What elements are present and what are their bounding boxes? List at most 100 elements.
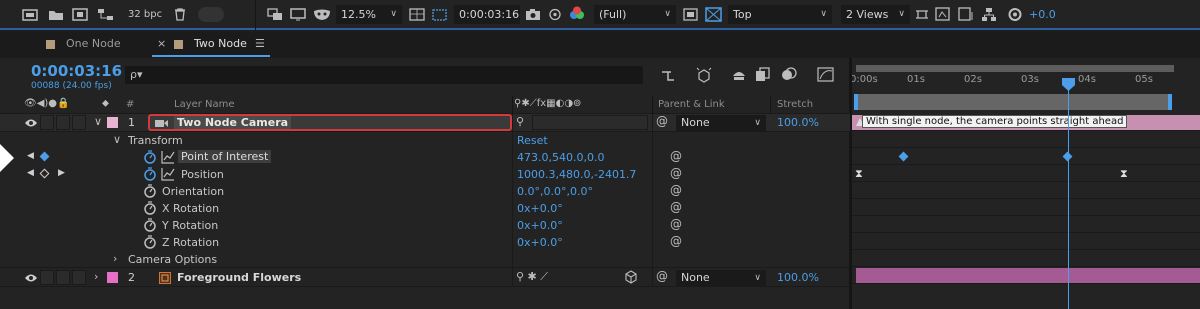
tab-one-node[interactable]: One Node bbox=[66, 37, 121, 50]
monitor-icon[interactable] bbox=[290, 7, 306, 21]
property-row[interactable]: Orientation 0.0°,0.0°,0.0° @ bbox=[0, 183, 850, 200]
property-value[interactable]: 0x+0.0° bbox=[517, 219, 563, 232]
column-parent-link[interactable]: Parent & Link bbox=[658, 99, 725, 110]
stretch-value[interactable]: 100.0% bbox=[777, 116, 819, 129]
hold-keyframe[interactable]: ⧗ bbox=[1120, 167, 1128, 181]
folder-icon[interactable] bbox=[48, 7, 64, 21]
lock-switch[interactable] bbox=[72, 270, 86, 285]
fast-previews-icon[interactable] bbox=[683, 7, 699, 22]
parent-dropdown[interactable]: None ∨ bbox=[676, 115, 766, 131]
expand-chevron-icon[interactable]: › bbox=[113, 252, 117, 265]
exposure-value[interactable]: +0.0 bbox=[1029, 8, 1056, 21]
time-ruler[interactable]: 0:00s 01s 02s 03s 04s 05s bbox=[850, 72, 1200, 92]
current-time-display[interactable]: 0:00:03:16 bbox=[31, 62, 122, 80]
property-value[interactable]: 1000.3,480.0,-2401.7 bbox=[517, 168, 636, 181]
stopwatch-icon[interactable] bbox=[143, 150, 157, 164]
stopwatch-icon[interactable] bbox=[143, 218, 157, 232]
resolution-dropdown[interactable]: (Full) ∨ bbox=[594, 5, 676, 24]
property-row[interactable]: Y Rotation 0x+0.0° @ bbox=[0, 217, 850, 234]
expand-chevron-icon[interactable]: ∨ bbox=[113, 133, 121, 146]
film-icon[interactable] bbox=[72, 7, 88, 21]
playhead-line[interactable] bbox=[1068, 80, 1069, 309]
resolution-grid-icon[interactable] bbox=[408, 7, 426, 22]
tab-two-node[interactable]: Two Node bbox=[194, 37, 247, 50]
show-snapshot-icon[interactable] bbox=[547, 7, 563, 21]
work-area-bar[interactable] bbox=[856, 65, 1174, 72]
layer-name[interactable]: Foreground Flowers bbox=[177, 271, 301, 284]
bpc-label[interactable]: 32 bpc bbox=[128, 9, 162, 20]
transparency-grid-icon[interactable] bbox=[705, 7, 723, 22]
graph-editor-icon[interactable] bbox=[817, 67, 835, 83]
solo-switch[interactable] bbox=[56, 115, 70, 130]
toggle-pill[interactable] bbox=[198, 7, 224, 22]
property-value[interactable]: 0x+0.0° bbox=[517, 202, 563, 215]
trash-icon[interactable] bbox=[172, 7, 188, 21]
layer-duration-bar[interactable] bbox=[856, 268, 1200, 283]
switch-icons[interactable]: ⚲ ✱ ⟋ bbox=[516, 270, 548, 284]
motion-blur-icon[interactable] bbox=[781, 67, 797, 82]
snapshot-icon[interactable] bbox=[22, 7, 38, 21]
region-of-interest-icon[interactable] bbox=[431, 7, 449, 22]
expand-chevron-icon[interactable]: ∨ bbox=[94, 115, 102, 128]
pick-whip-icon[interactable]: @ bbox=[670, 200, 682, 214]
pick-whip-icon[interactable]: @ bbox=[670, 166, 682, 180]
pick-whip-icon[interactable]: @ bbox=[656, 114, 668, 128]
pick-whip-icon[interactable]: @ bbox=[670, 149, 682, 163]
expand-chevron-icon[interactable]: › bbox=[94, 270, 98, 283]
shy-switch-icon[interactable]: ⚲ bbox=[516, 115, 524, 128]
audio-switch[interactable] bbox=[40, 115, 54, 130]
eye-icon[interactable] bbox=[24, 116, 38, 129]
magnification-dropdown[interactable]: 12.5% ∨ bbox=[336, 5, 402, 24]
tab-close-icon[interactable]: × bbox=[157, 37, 166, 50]
pick-whip-icon[interactable]: @ bbox=[670, 234, 682, 248]
shy-layers-icon[interactable] bbox=[731, 68, 747, 82]
color-channels-icon[interactable] bbox=[569, 6, 585, 22]
graph-icon[interactable] bbox=[161, 150, 175, 164]
next-keyframe-icon[interactable]: ▶ bbox=[58, 168, 65, 178]
column-stretch[interactable]: Stretch bbox=[777, 99, 813, 110]
draft-3d-toggle-icon[interactable] bbox=[695, 66, 713, 84]
column-layer-name[interactable]: Layer Name bbox=[174, 99, 235, 110]
layer-name-field[interactable]: Two Node Camera bbox=[148, 114, 512, 131]
stretch-value[interactable]: 100.0% bbox=[777, 271, 819, 284]
stopwatch-icon[interactable] bbox=[143, 167, 157, 181]
hierarchy-icon[interactable] bbox=[981, 7, 997, 22]
mask-icon[interactable] bbox=[313, 7, 331, 21]
draft-3d-icon[interactable] bbox=[914, 7, 930, 22]
switch-cell[interactable] bbox=[532, 115, 648, 130]
hold-keyframe[interactable]: ⧗ bbox=[855, 167, 863, 181]
property-row[interactable]: Z Rotation 0x+0.0° @ bbox=[0, 234, 850, 251]
layer-label-color[interactable] bbox=[107, 117, 118, 128]
audio-switch[interactable] bbox=[40, 270, 54, 285]
always-preview-icon[interactable] bbox=[267, 7, 283, 21]
current-time-field[interactable]: 0:00:03:16 bbox=[454, 5, 520, 24]
keyframe-toggle-icon[interactable] bbox=[39, 168, 50, 179]
layer-label-color[interactable] bbox=[107, 272, 118, 283]
property-row[interactable]: ◀ Point of Interest 473.0,540.0,0.0 @ bbox=[0, 144, 850, 172]
pick-whip-icon[interactable]: @ bbox=[670, 183, 682, 197]
layer-search-input[interactable]: ρ▾ bbox=[125, 66, 643, 84]
pick-whip-icon[interactable]: @ bbox=[670, 217, 682, 231]
stopwatch-icon[interactable] bbox=[143, 184, 157, 198]
flowchart-icon[interactable] bbox=[97, 7, 115, 21]
timeline-area[interactable]: 0:00s 01s 02s 03s 04s 05s With single no… bbox=[850, 58, 1200, 309]
property-value[interactable]: 473.0,540.0,0.0 bbox=[517, 151, 604, 164]
solo-switch[interactable] bbox=[56, 270, 70, 285]
layer-row[interactable]: ∨ 1 Two Node Camera ⚲ @ None ∨ 100.0% bbox=[0, 114, 850, 132]
lock-switch[interactable] bbox=[72, 115, 86, 130]
parent-dropdown[interactable]: None ∨ bbox=[676, 270, 766, 286]
property-row[interactable]: ◀ ▶ Position 1000.3,480.0,-2401.7 @ bbox=[0, 166, 850, 183]
prev-keyframe-icon[interactable]: ◀ bbox=[27, 168, 34, 178]
property-group-row[interactable]: › Camera Options bbox=[0, 251, 850, 268]
property-group-row[interactable]: ∨ Transform Reset bbox=[0, 132, 850, 149]
3d-layer-icon[interactable] bbox=[624, 270, 638, 284]
pick-whip-icon[interactable]: @ bbox=[656, 269, 668, 283]
eye-icon[interactable] bbox=[24, 271, 38, 284]
keyframe-toggle-icon[interactable] bbox=[39, 151, 50, 162]
layer-row[interactable]: › 2 Foreground Flowers ⚲ ✱ ⟋ @ None ∨ 10… bbox=[0, 269, 850, 287]
view-layout-dropdown[interactable]: 2 Views ∨ bbox=[841, 5, 910, 24]
column-number[interactable]: # bbox=[126, 99, 134, 110]
tab-menu-icon[interactable]: ☰ bbox=[255, 37, 265, 50]
property-value[interactable]: 0x+0.0° bbox=[517, 236, 563, 249]
3d-view-dropdown[interactable]: Top ∨ bbox=[728, 5, 832, 24]
